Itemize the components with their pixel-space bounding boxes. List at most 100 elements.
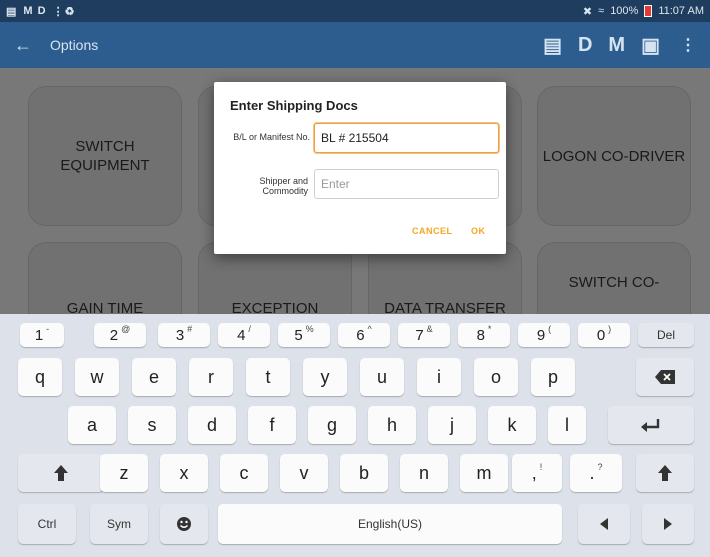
key-w[interactable]: w xyxy=(75,358,119,396)
page-title: Options xyxy=(50,37,99,53)
key-e[interactable]: e xyxy=(132,358,176,396)
cursor-left-key[interactable] xyxy=(578,504,630,544)
emoji-key[interactable] xyxy=(160,504,208,544)
ok-button[interactable]: OK xyxy=(471,226,486,236)
shift-key-right[interactable] xyxy=(636,454,694,492)
shipper-commodity-input[interactable]: Enter xyxy=(314,169,499,199)
key-period[interactable]: .? xyxy=(570,454,622,492)
key-b[interactable]: b xyxy=(340,454,388,492)
key-alt: ( xyxy=(548,324,552,334)
status-right: ✖ ≈ 100% 11:07 AM xyxy=(583,5,704,18)
key-alt: ? xyxy=(597,462,603,472)
battery-icon xyxy=(644,5,653,17)
wifi-icon: ≈ xyxy=(598,5,605,17)
key-5[interactable]: 5% xyxy=(278,323,330,347)
bl-manifest-input[interactable]: BL # 215504 xyxy=(314,123,499,153)
key-8[interactable]: 8 * xyxy=(458,323,510,347)
key-alt: @ xyxy=(121,324,131,334)
key-a[interactable]: a xyxy=(68,406,116,444)
enter-icon xyxy=(641,419,660,432)
key-alt: ) xyxy=(608,324,612,334)
key-main: 3 xyxy=(175,326,185,344)
key-x[interactable]: x xyxy=(160,454,208,492)
key-0[interactable]: 0) xyxy=(578,323,630,347)
key-r[interactable]: r xyxy=(189,358,233,396)
emoji-icon xyxy=(177,517,191,531)
key-j[interactable]: j xyxy=(428,406,476,444)
dialog-title: Enter Shipping Docs xyxy=(230,98,358,113)
key-main: 5 xyxy=(294,326,303,344)
delete-key[interactable]: Del xyxy=(638,323,694,347)
status-left-text: M D xyxy=(23,5,47,17)
key-3[interactable]: 3 # xyxy=(158,323,210,347)
key-o[interactable]: o xyxy=(474,358,518,396)
overflow-menu-icon[interactable]: ⋮ xyxy=(680,35,696,55)
status-bar: ▤ M D ⋮♻ ✖ ≈ 100% 11:07 AM xyxy=(0,0,710,22)
duty-status-m-button[interactable]: M xyxy=(608,34,625,57)
key-h[interactable]: h xyxy=(368,406,416,444)
key-m[interactable]: m xyxy=(460,454,508,492)
arrow-left-icon xyxy=(600,518,608,530)
shift-icon xyxy=(658,465,672,481)
key-alt: ! xyxy=(539,462,543,472)
backspace-key[interactable] xyxy=(636,358,694,396)
key-9[interactable]: 9( xyxy=(518,323,570,347)
space-key[interactable]: English(US) xyxy=(218,504,562,544)
key-main: 4 xyxy=(237,326,246,344)
shipper-label: Shipper and Commodity xyxy=(222,176,308,196)
key-4[interactable]: 4/ xyxy=(218,323,270,347)
upload-icon[interactable]: ▣ xyxy=(641,33,660,58)
key-d[interactable]: d xyxy=(188,406,236,444)
key-c[interactable]: c xyxy=(220,454,268,492)
document-icon[interactable]: ▤ xyxy=(543,33,562,58)
clock: 11:07 AM xyxy=(658,5,704,17)
key-z[interactable]: z xyxy=(100,454,148,492)
shift-key-left[interactable] xyxy=(18,454,104,492)
backspace-icon xyxy=(655,370,675,384)
ctrl-key[interactable]: Ctrl xyxy=(18,504,76,544)
key-alt: % xyxy=(305,324,314,334)
shipper-label-line1: Shipper and xyxy=(259,176,308,186)
key-i[interactable]: i xyxy=(417,358,461,396)
key-main: 8 xyxy=(476,326,485,344)
soft-keyboard: 1- 2 @ 3 # 4/ 5% 6 ^ 7 & 8 * 9( 0) Del q w e … xyxy=(0,314,710,557)
app-bar-actions: ▤ D M ▣ ⋮ xyxy=(543,33,696,58)
cancel-button[interactable]: CANCEL xyxy=(412,226,453,236)
key-6[interactable]: 6 ^ xyxy=(338,323,390,347)
key-comma[interactable]: ,! xyxy=(512,454,562,492)
shift-icon xyxy=(54,465,68,481)
key-q[interactable]: q xyxy=(18,358,62,396)
enter-key[interactable] xyxy=(608,406,694,444)
status-left-icons: ▤ M D ⋮♻ xyxy=(6,5,75,18)
key-p[interactable]: p xyxy=(531,358,575,396)
key-t[interactable]: t xyxy=(246,358,290,396)
key-main: , xyxy=(531,462,537,483)
key-alt: # xyxy=(187,324,193,334)
back-arrow-icon[interactable]: ← xyxy=(14,35,32,56)
key-u[interactable]: u xyxy=(360,358,404,396)
key-2[interactable]: 2 @ xyxy=(94,323,146,347)
app-bar: ← Options ▤ D M ▣ ⋮ xyxy=(0,22,710,68)
arrow-right-icon xyxy=(664,518,672,530)
key-alt: & xyxy=(426,324,433,334)
duty-status-d-button[interactable]: D xyxy=(578,34,592,57)
key-s[interactable]: s xyxy=(128,406,176,444)
key-n[interactable]: n xyxy=(400,454,448,492)
key-alt: - xyxy=(46,324,50,334)
key-y[interactable]: y xyxy=(303,358,347,396)
key-alt: * xyxy=(487,324,492,334)
key-k[interactable]: k xyxy=(488,406,536,444)
key-1[interactable]: 1- xyxy=(20,323,64,347)
key-main: 0 xyxy=(596,326,606,344)
sym-key[interactable]: Sym xyxy=(90,504,148,544)
key-f[interactable]: f xyxy=(248,406,296,444)
bl-label: B/L or Manifest No. xyxy=(233,132,310,142)
key-main: 6 xyxy=(356,326,365,344)
key-l[interactable]: l xyxy=(548,406,586,444)
shipping-docs-dialog: Enter Shipping Docs B/L or Manifest No. … xyxy=(214,82,506,254)
key-v[interactable]: v xyxy=(280,454,328,492)
key-7[interactable]: 7 & xyxy=(398,323,450,347)
cursor-right-key[interactable] xyxy=(642,504,694,544)
key-main: 7 xyxy=(415,326,424,344)
key-g[interactable]: g xyxy=(308,406,356,444)
